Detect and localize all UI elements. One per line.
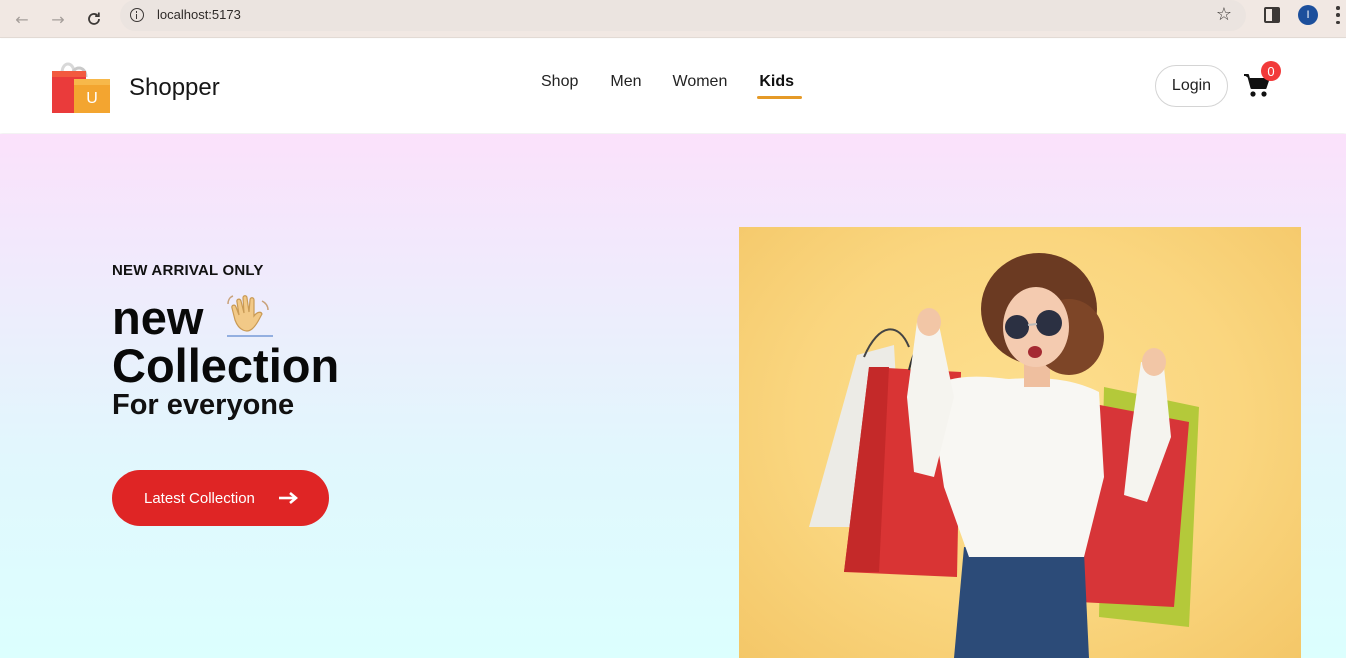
side-panel-icon[interactable] xyxy=(1264,7,1280,23)
address-bar[interactable]: localhost:5173 ☆ xyxy=(120,0,1246,31)
main-menu: Shop Men Women Kids xyxy=(541,73,802,99)
menu-item-kids[interactable]: Kids xyxy=(757,73,802,99)
latest-collection-label: Latest Collection xyxy=(144,489,255,507)
svg-text:U: U xyxy=(86,90,98,107)
hero-tagline: NEW ARRIVAL ONLY xyxy=(112,262,264,279)
hero-section: NEW ARRIVAL ONLY new Collection For ever… xyxy=(0,134,1346,658)
arrow-right-icon xyxy=(278,490,299,506)
shopping-bag-logo-icon[interactable]: U xyxy=(50,57,112,115)
brand-name[interactable]: Shopper xyxy=(129,74,220,102)
url-text[interactable]: localhost:5173 xyxy=(157,7,241,22)
cart-count-badge: 0 xyxy=(1261,61,1281,81)
browser-toolbar: ← → localhost:5173 ☆ I xyxy=(0,0,1346,38)
reload-icon[interactable] xyxy=(80,5,108,33)
hero-heading-line3: For everyone xyxy=(112,389,295,421)
site-navbar: U Shopper Shop Men Women Kids Login 0 xyxy=(0,39,1346,133)
menu-item-men[interactable]: Men xyxy=(610,73,641,91)
latest-collection-button[interactable]: Latest Collection xyxy=(112,470,329,526)
profile-avatar[interactable]: I xyxy=(1298,5,1318,25)
hero-heading-line2: Collection xyxy=(112,339,340,392)
hero-model-image xyxy=(739,227,1301,658)
menu-item-shop[interactable]: Shop xyxy=(541,73,578,91)
waving-hand-icon xyxy=(226,292,273,338)
back-arrow-icon[interactable]: ← xyxy=(8,5,36,33)
bookmark-star-icon[interactable]: ☆ xyxy=(1216,4,1232,25)
site-info-icon[interactable] xyxy=(130,8,144,22)
browser-menu-icon[interactable] xyxy=(1336,6,1340,24)
menu-item-women[interactable]: Women xyxy=(673,73,728,91)
forward-arrow-icon[interactable]: → xyxy=(44,5,72,33)
login-button[interactable]: Login xyxy=(1155,65,1228,107)
hero-heading-line1: new xyxy=(112,291,204,344)
